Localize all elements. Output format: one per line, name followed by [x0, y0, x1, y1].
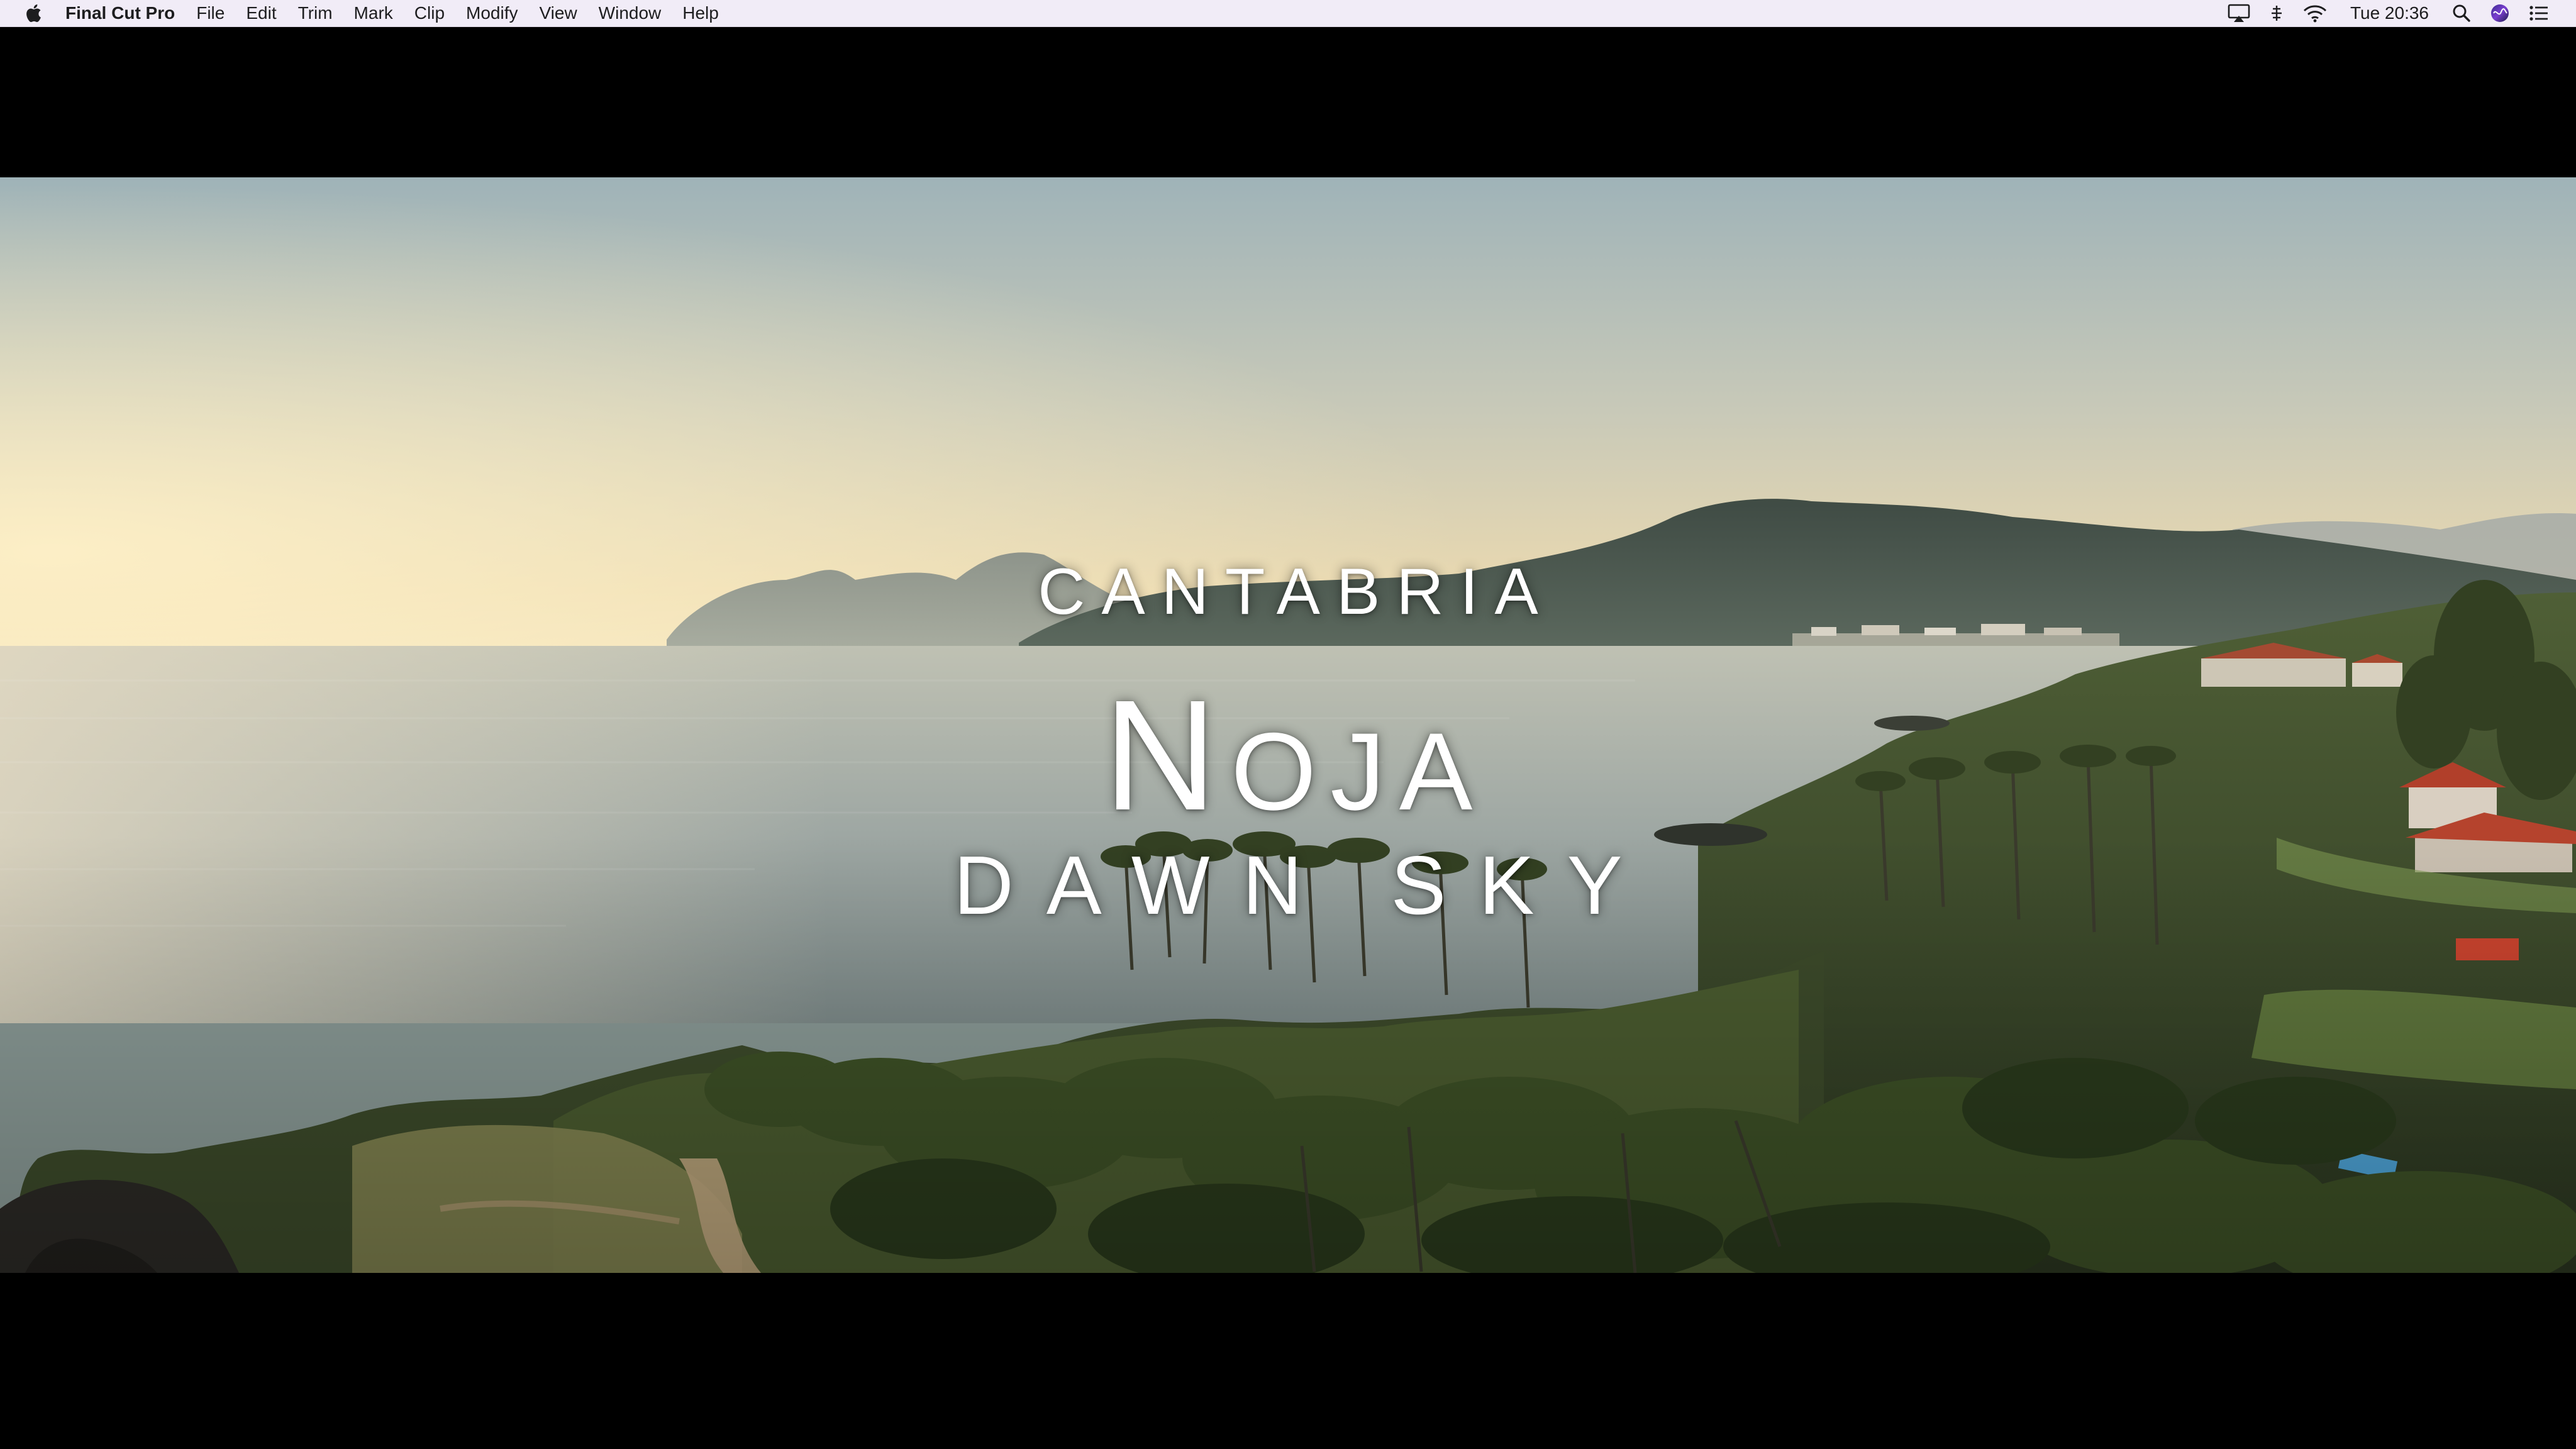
full-screen-viewer[interactable]: CANTABRIA NOJA DAWN SKY: [0, 27, 2576, 1449]
control-icon[interactable]: [2260, 0, 2294, 26]
siri-icon[interactable]: [2480, 0, 2519, 26]
menu-bar-left: Final Cut Pro File Edit Trim Mark Clip M…: [0, 0, 730, 26]
airplay-icon[interactable]: [2218, 0, 2260, 26]
title-line-subtitle: DAWN SKY: [953, 839, 1655, 931]
menu-window[interactable]: Window: [588, 0, 672, 26]
menu-view[interactable]: View: [528, 0, 587, 26]
search-icon[interactable]: [2443, 0, 2480, 26]
wifi-icon[interactable]: [2294, 0, 2336, 26]
menu-edit[interactable]: Edit: [235, 0, 287, 26]
title-place-rest: OJA: [1231, 711, 1487, 833]
menu-modify[interactable]: Modify: [455, 0, 528, 26]
apple-menu-icon[interactable]: [16, 0, 50, 26]
title-line-region: CANTABRIA: [1038, 555, 1555, 628]
title-place-initial: N: [1103, 667, 1231, 843]
title-line-place: NOJA: [0, 665, 2576, 845]
menu-mark[interactable]: Mark: [343, 0, 404, 26]
menu-file[interactable]: File: [186, 0, 235, 26]
app-menu-final-cut-pro[interactable]: Final Cut Pro: [50, 0, 186, 26]
menu-bar: Final Cut Pro File Edit Trim Mark Clip M…: [0, 0, 2576, 27]
menu-clip[interactable]: Clip: [404, 0, 455, 26]
video-frame[interactable]: CANTABRIA NOJA DAWN SKY: [0, 177, 2576, 1273]
menu-help[interactable]: Help: [672, 0, 730, 26]
notification-center-icon[interactable]: [2519, 0, 2558, 26]
menu-bar-clock[interactable]: Tue 20:36: [2336, 3, 2443, 23]
menu-trim[interactable]: Trim: [287, 0, 343, 26]
menu-bar-status-area: Tue 20:36: [2218, 0, 2576, 26]
